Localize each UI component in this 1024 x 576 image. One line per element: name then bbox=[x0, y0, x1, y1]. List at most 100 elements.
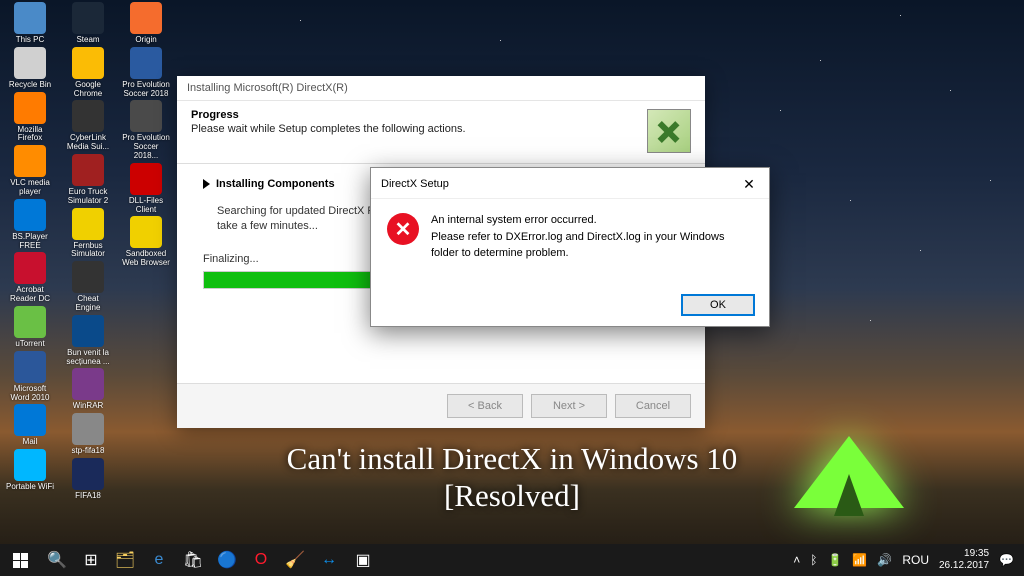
app-icon[interactable]: ▣ bbox=[346, 544, 380, 576]
app-icon bbox=[130, 47, 162, 79]
progress-heading: Progress bbox=[191, 109, 466, 121]
desktop-icon-label: Bun venit la secțiunea ... bbox=[64, 349, 112, 367]
app-icon bbox=[14, 2, 46, 34]
desktop-icon[interactable]: CyberLink Media Sui... bbox=[64, 100, 112, 152]
chrome-taskbar-icon[interactable]: 🔵 bbox=[210, 544, 244, 576]
error-icon: ✕ bbox=[387, 213, 419, 245]
bluetooth-icon[interactable]: ᛒ bbox=[810, 553, 817, 567]
volume-icon[interactable]: 🔊 bbox=[877, 553, 892, 567]
close-icon[interactable]: ✕ bbox=[737, 174, 761, 194]
app-icon bbox=[72, 368, 104, 400]
app-icon bbox=[72, 2, 104, 34]
store-icon[interactable]: 🛍 bbox=[176, 544, 210, 576]
desktop-icon-label: Mozilla Firefox bbox=[6, 126, 54, 144]
app-icon bbox=[14, 47, 46, 79]
desktop-icon-label: Euro Truck Simulator 2 bbox=[64, 188, 112, 206]
installer-title: Installing Microsoft(R) DirectX(R) bbox=[177, 76, 705, 101]
app-icon bbox=[72, 315, 104, 347]
desktop-icon[interactable]: Microsoft Word 2010 bbox=[6, 351, 54, 403]
desktop-icon-label: DLL-Files Client bbox=[122, 197, 170, 215]
desktop-icon[interactable]: uTorrent bbox=[6, 306, 54, 349]
step-arrow-icon bbox=[203, 179, 210, 189]
app-icon bbox=[14, 92, 46, 124]
app-icon bbox=[130, 2, 162, 34]
desktop-icon-label: BS.Player FREE bbox=[6, 233, 54, 251]
app-icon bbox=[130, 216, 162, 248]
error-message-line2: Please refer to DXError.log and DirectX.… bbox=[431, 230, 753, 261]
search-icon[interactable]: 🔍 bbox=[40, 544, 74, 576]
desktop-icon[interactable]: DLL-Files Client bbox=[122, 163, 170, 215]
battery-icon[interactable]: 🔋 bbox=[827, 553, 842, 567]
desktop-icon-label: Acrobat Reader DC bbox=[6, 286, 54, 304]
app-icon bbox=[14, 306, 46, 338]
clock-time: 19:35 bbox=[939, 548, 989, 560]
progress-subtitle: Please wait while Setup completes the fo… bbox=[191, 123, 466, 135]
ccleaner-icon[interactable]: 🧹 bbox=[278, 544, 312, 576]
task-view-icon[interactable]: ⊞ bbox=[74, 544, 108, 576]
desktop-icon-label: Fernbus Simulator bbox=[64, 242, 112, 260]
desktop-icon[interactable]: Pro Evolution Soccer 2018 bbox=[122, 47, 170, 99]
desktop-icon[interactable]: Fernbus Simulator bbox=[64, 208, 112, 260]
desktop-icon[interactable]: Euro Truck Simulator 2 bbox=[64, 154, 112, 206]
desktop-icon-label: Cheat Engine bbox=[64, 295, 112, 313]
desktop-icon[interactable]: This PC bbox=[6, 2, 54, 45]
app-icon bbox=[72, 100, 104, 132]
desktop-icon-label: uTorrent bbox=[15, 340, 44, 349]
app-icon bbox=[130, 163, 162, 195]
clock-date: 26.12.2017 bbox=[939, 560, 989, 572]
desktop-icon[interactable]: Google Chrome bbox=[64, 47, 112, 99]
directx-error-dialog: DirectX Setup ✕ ✕ An internal system err… bbox=[370, 167, 770, 327]
app-icon bbox=[14, 252, 46, 284]
app-icon bbox=[14, 404, 46, 436]
desktop-icon[interactable]: Origin bbox=[122, 2, 170, 45]
file-explorer-icon[interactable]: 🗂 bbox=[108, 544, 142, 576]
desktop-icon-label: VLC media player bbox=[6, 179, 54, 197]
directx-logo-icon bbox=[647, 109, 691, 153]
desktop-icon-label: This PC bbox=[16, 36, 44, 45]
desktop-icon-label: Recycle Bin bbox=[9, 81, 51, 90]
desktop-icon[interactable]: Recycle Bin bbox=[6, 47, 54, 90]
app-icon bbox=[72, 261, 104, 293]
desktop-icon[interactable]: Acrobat Reader DC bbox=[6, 252, 54, 304]
desktop-icon[interactable]: WinRAR bbox=[64, 368, 112, 411]
notifications-icon[interactable]: 💬 bbox=[999, 553, 1014, 567]
desktop-icon-label: WinRAR bbox=[73, 402, 104, 411]
app-icon bbox=[14, 145, 46, 177]
app-icon bbox=[72, 208, 104, 240]
teamviewer-icon[interactable]: ↔ bbox=[312, 544, 346, 576]
desktop-icon[interactable]: Pro Evolution Soccer 2018... bbox=[122, 100, 170, 160]
ok-button[interactable]: OK bbox=[681, 294, 755, 316]
article-caption: Can't install DirectX in Windows 10 [Res… bbox=[0, 440, 1024, 514]
caption-line1: Can't install DirectX in Windows 10 bbox=[0, 440, 1024, 477]
taskbar: 🔍 ⊞ 🗂 e 🛍 🔵 O 🧹 ↔ ▣ ˄ ᛒ 🔋 📶 🔊 ROU 19:35 … bbox=[0, 544, 1024, 576]
caption-line2: [Resolved] bbox=[0, 477, 1024, 514]
app-icon bbox=[72, 47, 104, 79]
error-message-line1: An internal system error occurred. bbox=[431, 213, 753, 228]
start-button[interactable] bbox=[0, 544, 40, 576]
wifi-icon[interactable]: 📶 bbox=[852, 553, 867, 567]
opera-icon[interactable]: O bbox=[244, 544, 278, 576]
desktop-icon[interactable]: Cheat Engine bbox=[64, 261, 112, 313]
desktop-icon[interactable]: BS.Player FREE bbox=[6, 199, 54, 251]
system-tray: ˄ ᛒ 🔋 📶 🔊 ROU 19:35 26.12.2017 💬 bbox=[793, 548, 1024, 572]
desktop-icon[interactable]: VLC media player bbox=[6, 145, 54, 197]
desktop-icon-label: CyberLink Media Sui... bbox=[64, 134, 112, 152]
desktop-icon[interactable]: Mozilla Firefox bbox=[6, 92, 54, 144]
desktop-icon[interactable]: Sandboxed Web Browser bbox=[122, 216, 170, 268]
desktop-icon-label: Steam bbox=[76, 36, 99, 45]
language-indicator[interactable]: ROU bbox=[902, 553, 929, 567]
desktop-icon[interactable]: Bun venit la secțiunea ... bbox=[64, 315, 112, 367]
edge-icon[interactable]: e bbox=[142, 544, 176, 576]
app-icon bbox=[14, 199, 46, 231]
desktop-icon[interactable]: Steam bbox=[64, 2, 112, 45]
desktop-icon-label: Pro Evolution Soccer 2018... bbox=[122, 134, 170, 160]
desktop-icon-label: Pro Evolution Soccer 2018 bbox=[122, 81, 170, 99]
tray-chevron-icon[interactable]: ˄ bbox=[793, 553, 800, 567]
app-icon bbox=[14, 351, 46, 383]
back-button: < Back bbox=[447, 394, 523, 418]
clock[interactable]: 19:35 26.12.2017 bbox=[939, 548, 989, 572]
installing-components-step: Installing Components bbox=[216, 178, 335, 190]
app-icon bbox=[72, 154, 104, 186]
desktop-icon-label: Origin bbox=[135, 36, 156, 45]
desktop-icon-label: Google Chrome bbox=[64, 81, 112, 99]
